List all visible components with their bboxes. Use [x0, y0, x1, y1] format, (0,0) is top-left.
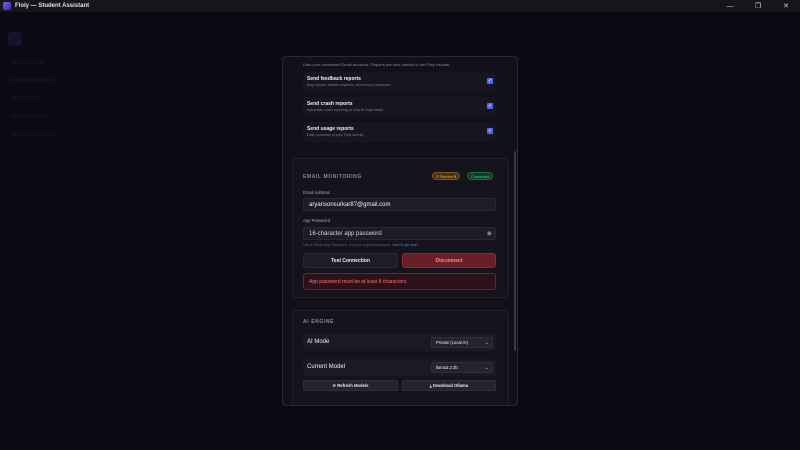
toggle-subtitle: Bug reports, feature requests, and surve…: [307, 83, 391, 87]
error-message: App password must be at least 8 characte…: [303, 273, 496, 290]
window-title: Floiy — Student Assistant: [15, 3, 90, 9]
app-password-input[interactable]: 16-character app password ◉: [303, 227, 496, 240]
toggle-subtitle: Daily summary of your Floiy activity: [307, 133, 364, 137]
toggle-title: Send crash reports: [307, 101, 353, 107]
show-password-icon[interactable]: ◉: [487, 228, 492, 240]
current-model-select[interactable]: llama3.2:3b ⌄: [431, 362, 493, 373]
sidebar-placeholder: [10, 114, 50, 118]
ai-mode-value: Private (Local AI): [436, 340, 468, 345]
toggle-subtitle: Automatic crash reporting to help fix bu…: [307, 108, 384, 112]
current-model-value: llama3.2:3b: [436, 365, 458, 370]
current-model-row: Current Model llama3.2:3b ⌄: [303, 359, 496, 376]
toggle-title: Send usage reports: [307, 126, 354, 132]
connected-status-badge: Connected: [467, 172, 494, 180]
chevron-down-icon: ⌄: [484, 365, 489, 371]
toggle-row-feedback[interactable]: Send feedback reports Bug reports, featu…: [303, 72, 496, 92]
reports-intro-text: Data your connected Gmail accounts. Repo…: [303, 62, 451, 67]
toggle-title: Send feedback reports: [307, 76, 361, 82]
email-section-title: EMAIL MONITORING: [303, 174, 362, 180]
test-connection-button[interactable]: Test Connection: [303, 253, 398, 268]
ai-mode-row: AI Mode Private (Local AI) ⌄: [303, 334, 496, 351]
how-to-get-link[interactable]: How to get one?: [392, 243, 418, 247]
ai-mode-label: AI Mode: [307, 339, 330, 345]
feedback-checkbox[interactable]: ✓: [487, 78, 493, 84]
current-model-label: Current Model: [307, 364, 346, 370]
download-ollama-button[interactable]: ⤓ Download Ollama: [402, 380, 496, 391]
maximize-button[interactable]: ❐: [744, 0, 772, 12]
toggle-row-crash[interactable]: Send crash reports Automatic crash repor…: [303, 97, 496, 117]
close-button[interactable]: ✕: [772, 0, 800, 12]
sidebar-placeholder: [10, 132, 58, 136]
app-password-hint: Use a Gmail App Password, not your regul…: [303, 243, 418, 247]
app-logo-icon: [3, 2, 11, 10]
window-controls: — ❐ ✕: [716, 0, 800, 12]
toggle-row-usage[interactable]: Send usage reports Daily summary of your…: [303, 122, 496, 142]
ai-mode-select[interactable]: Private (Local AI) ⌄: [431, 337, 493, 348]
app-password-placeholder: 16-character app password: [309, 231, 382, 237]
refresh-models-button[interactable]: ⟳ Refresh Models: [303, 380, 398, 391]
disconnect-button[interactable]: Disconnect: [402, 253, 496, 268]
crash-checkbox[interactable]: ✓: [487, 103, 493, 109]
settings-modal: Data your connected Gmail accounts. Repo…: [282, 56, 518, 406]
minimize-button[interactable]: —: [716, 0, 744, 12]
hint-text: Use a Gmail App Password, not your regul…: [303, 243, 392, 247]
sidebar-placeholder: [10, 78, 54, 82]
sidebar-placeholder: [10, 96, 40, 100]
ai-section-title: AI ENGINE: [303, 319, 334, 325]
sidebar-placeholder: [10, 60, 46, 64]
email-address-input[interactable]: aryansonsurkar87@gmail.com: [303, 198, 496, 211]
sidebar-logo-icon: [8, 32, 22, 46]
review-badge[interactable]: ⊙ Review B: [432, 172, 461, 180]
title-bar: Floiy — Student Assistant — ❐ ✕: [0, 0, 800, 12]
sidebar-background: [6, 30, 76, 450]
email-address-label: Email Address: [303, 190, 330, 195]
chevron-down-icon: ⌄: [484, 340, 489, 346]
usage-checkbox[interactable]: ✓: [487, 128, 493, 134]
app-password-label: App Password: [303, 218, 330, 223]
modal-scrollbar[interactable]: [514, 151, 516, 351]
